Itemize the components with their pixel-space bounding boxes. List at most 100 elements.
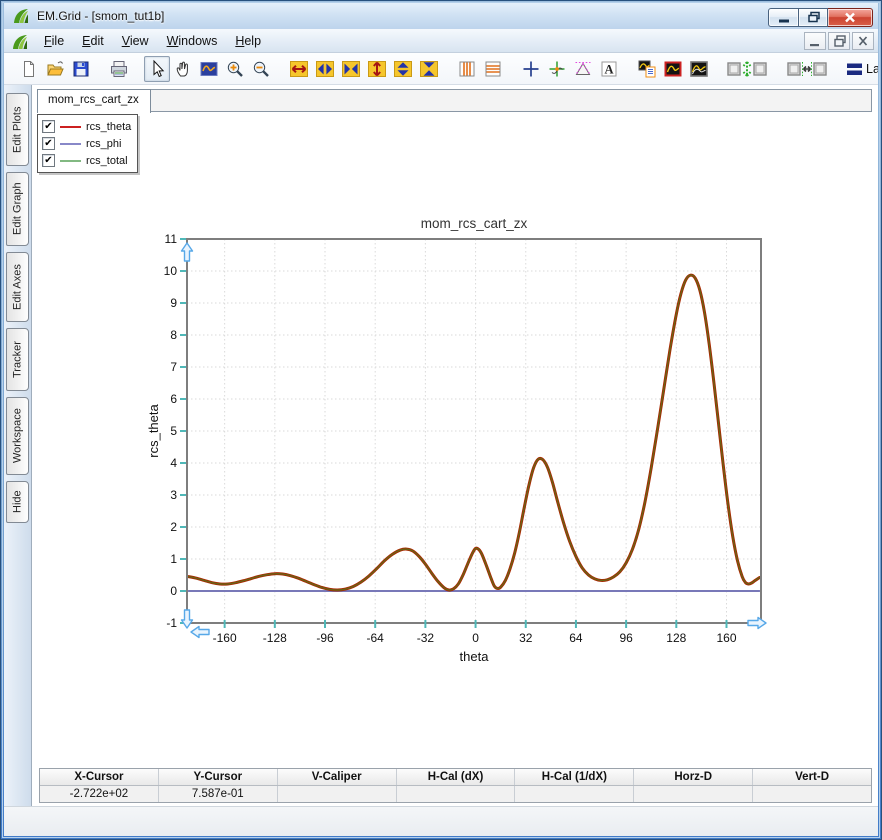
select-cursor-icon [153,59,165,77]
y-tick-label: 11 [165,232,178,246]
toolbar-pan-hand-button[interactable] [170,56,196,82]
y-tick-label: 8 [170,328,177,342]
close-button[interactable] [828,8,873,27]
menu-windows[interactable]: Windows [158,31,227,51]
legend-checkbox-rcs_total[interactable]: ✔ [42,154,55,167]
graph-frame-icon [664,61,682,76]
y-axis-bottom-handle[interactable] [180,609,194,629]
y-tick-label: 0 [170,584,177,598]
legend-checkbox-rcs_phi[interactable]: ✔ [42,137,55,150]
menu-bar: File Edit View Windows Help [4,29,878,53]
toolbar-caliper-button[interactable] [570,56,596,82]
menu-edit[interactable]: Edit [73,31,113,51]
zoom-out-icon [253,61,269,77]
x-tick-label: -96 [316,631,334,645]
toolbar-align-vertical-button[interactable] [724,56,772,82]
svg-text:A: A [604,62,613,76]
legend-row-rcs_total: ✔ rcs_total [42,152,133,169]
toolbar-tracker-cursor-button[interactable] [544,56,570,82]
open-file-icon [47,60,64,75]
toolbar-grid-rows-button[interactable] [480,56,506,82]
toolbar-expand-y-button[interactable] [364,56,390,82]
toolbar-select-cursor-button[interactable] [144,55,170,82]
mdi-minimize-button[interactable] [804,32,826,50]
text-annotation-icon: A [601,61,617,76]
toolbar-new-file-button[interactable] [16,56,42,82]
toolbar-arrows-x-in-button[interactable] [338,56,364,82]
legend-row-rcs_theta: ✔ rcs_theta [42,118,133,135]
x-tick-label: -64 [367,631,385,645]
toolbar-text-annotation-button[interactable]: A [596,56,622,82]
toolbar-grid-columns-button[interactable] [454,56,480,82]
toolbar-arrows-y-out-button[interactable] [390,56,416,82]
x-axis-label: theta [460,649,490,664]
mdi-window-buttons [804,32,874,50]
y-tick-label: 1 [170,552,177,566]
toolbar-save-button[interactable] [68,56,94,82]
arrows-y-out-icon [394,60,412,77]
mdi-close-button[interactable] [852,32,874,50]
x-axis-right-handle[interactable] [747,616,767,630]
menu-view[interactable]: View [113,31,158,51]
toolbar-expand-x-button[interactable] [286,56,312,82]
menu-items: File Edit View Windows Help [35,31,270,51]
toolbar-cross-cursor-button[interactable] [518,56,544,82]
toolbar-zoom-in-button[interactable] [222,56,248,82]
sidebar-tab-tracker[interactable]: Tracker [6,328,29,391]
document-tab[interactable]: mom_rcs_cart_zx [37,89,151,113]
toolbar-print-button[interactable] [106,56,132,82]
legend-checkbox-rcs_theta[interactable]: ✔ [42,120,55,133]
toolbar-plot-properties-button[interactable] [634,56,660,82]
toolbar-zoom-out-button[interactable] [248,56,274,82]
readout-header-4: H-Cal (1/dX) [515,769,635,785]
readout-header-6: Vert-D [795,771,830,783]
zoom-in-icon [227,61,243,77]
legend-label: rcs_total [86,154,128,167]
side-tab-strip: Edit Plots Edit Graph Edit Axes Tracker Work… [4,85,32,806]
toolbar-zoom-region-button[interactable] [196,56,222,82]
toolbar-arrows-x-out-button[interactable] [312,56,338,82]
toolbar-align-horizontal-button[interactable] [784,56,832,82]
chart-canvas[interactable]: -160 -128 -96 -64 -32 0 32 64 96 128 160 -1 0 1 2 3 4 5 6 7… [146,209,786,679]
y-tick-label: 4 [170,456,177,470]
minimize-button[interactable] [768,8,799,27]
document-icon[interactable] [10,32,27,49]
series-rcs_theta [187,273,761,592]
app-logo-icon [13,35,27,49]
sidebar-tab-edit-graph[interactable]: Edit Graph [6,172,29,246]
sidebar-tab-edit-axes[interactable]: Edit Axes [6,252,29,322]
window-status-bar [4,806,878,836]
arrows-x-in-icon [342,60,360,77]
toolbar-open-file-button[interactable] [42,56,68,82]
readout-value-row: -2.722e+02 7.587e-01 [40,786,872,802]
sidebar-tab-edit-plots[interactable]: Edit Plots [6,93,29,166]
x-axis-left-handle[interactable] [190,625,210,639]
sidebar-tab-workspace[interactable]: Workspace [6,397,29,475]
mdi-restore-button[interactable] [828,32,850,50]
app-logo-icon [14,8,28,23]
y-axis-label: rcs_theta [146,403,161,457]
mdi-client-area: Edit Plots Edit Graph Edit Axes Tracker Work… [4,85,878,806]
sidebar-tab-hide[interactable]: Hide [6,481,29,523]
toolbar-layout-button[interactable]: Layout [846,59,878,79]
zoom-region-icon [200,61,218,76]
expand-x-icon [290,60,308,77]
toolbar-arrows-y-in-button[interactable] [416,56,442,82]
grid-rows-icon [485,61,501,76]
tab-well [37,89,872,112]
restore-button[interactable] [799,8,828,27]
menu-file[interactable]: File [35,31,73,51]
toolbar-graph-curves-button[interactable] [686,56,712,82]
plot-properties-icon [638,60,656,77]
readout-header-row: X-Cursor Y-Cursor V-Caliper H-Cal (dX) H-Cal… [40,769,871,786]
y-axis-top-handle[interactable] [180,242,194,262]
title-bar[interactable]: EM.Grid - [smom_tut1b] [4,2,878,29]
mdi-restore-icon [834,35,846,47]
layout-icon [847,63,862,75]
y-tick-label: -1 [166,616,177,630]
window-title: EM.Grid - [smom_tut1b] [37,8,165,23]
legend-label: rcs_theta [86,120,132,133]
toolbar-graph-frame-button[interactable] [660,56,686,82]
x-tick-label: 160 [716,631,736,645]
menu-help[interactable]: Help [226,31,270,51]
